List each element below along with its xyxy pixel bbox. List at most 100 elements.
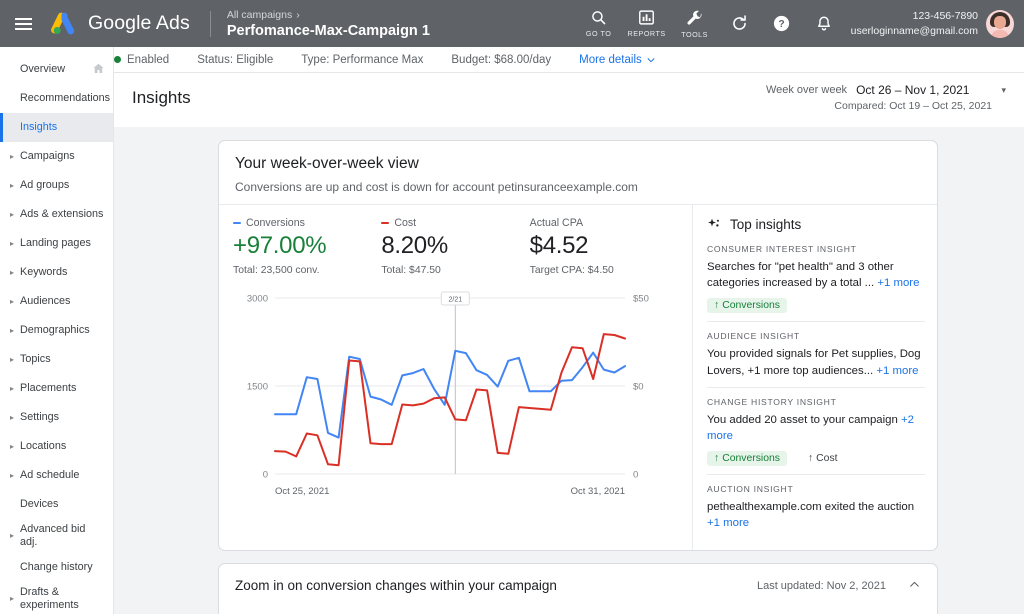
main-content: Insights Week over week Oct 26 – Nov 1, … [114,73,1024,614]
chevron-down-icon [647,57,655,62]
tools-button[interactable]: TOOLS [671,9,719,39]
svg-text:Oct 25, 2021: Oct 25, 2021 [275,486,329,497]
avatar[interactable] [986,9,1014,38]
insight-text: You added 20 asset to your campaign [707,413,898,426]
svg-text:$50: $50 [633,294,649,305]
campaign-status-bar: Enabled Status: Eligible Type: Performan… [114,47,1024,73]
chevron-right-icon: ▸ [10,531,15,541]
chevron-right-icon: ▸ [10,442,15,451]
performance-line-chart[interactable]: 0 1500 3000 0 $0 $50 2/21 Oct 25, 2021 Oct 31, 2… [233,286,678,504]
sidebar-item-placements[interactable]: ▸ Placements [0,374,113,403]
chevron-right-icon: ▸ [10,471,15,480]
insight-more-link[interactable]: +1 more [877,277,919,289]
sidebar-item-label: Ad schedule [20,469,80,482]
insight-item[interactable]: AUCTION INSIGHT pethealthexample.com exit… [707,474,925,539]
sidebar-item-keywords[interactable]: ▸ Keywords [0,258,113,287]
hamburger-menu-icon[interactable] [0,17,46,30]
sidebar-item-label: Topics [20,353,51,366]
insight-more-link[interactable]: +1 more [707,517,749,529]
metric-actual-cpa-label: Actual CPA [529,217,584,229]
sidebar-item-drafts-experiments[interactable]: ▸ Drafts & experiments [0,582,113,614]
sidebar-item-label: Insights [20,121,58,134]
breadcrumb-parent: All campaigns [226,8,293,21]
wow-subtitle: Conversions are up and cost is down for … [235,180,638,194]
chevron-right-icon: ▸ [10,355,15,364]
conversions-legend-swatch [233,221,241,225]
sidebar-item-ad-schedule[interactable]: ▸ Ad schedule [0,461,113,490]
insight-chip-label: Conversions [722,453,780,465]
arrow-up-icon: ↑ [714,300,720,312]
sidebar-item-change-history[interactable]: Change history [0,553,113,582]
avatar-body [991,29,1009,38]
breadcrumb-parent-row[interactable]: All campaigns › [227,9,430,21]
sidebar-item-topics[interactable]: ▸ Topics [0,345,113,374]
metric-actual-cpa: Actual CPA $4.52 Target CPA: $4.50 [530,217,678,276]
sidebar-item-campaigns[interactable]: ▸ Campaigns [0,142,113,171]
sidebar-item-recommendations[interactable]: Recommendations [0,84,113,113]
sidebar-item-overview[interactable]: Overview [0,55,113,84]
sparkle-icon [708,218,719,227]
more-details-button[interactable]: More details [579,54,656,66]
appbar-divider [209,10,211,37]
search-icon [592,11,606,25]
insight-item[interactable]: CHANGE HISTORY INSIGHT You added 20 asset… [707,386,925,474]
insights-content: Your week-over-week view Conversions are… [114,127,1024,614]
svg-text:?: ? [778,19,784,30]
notifications-button[interactable] [803,15,845,33]
home-icon [92,62,105,78]
insight-chip-conversions: ↑ Conversions [707,298,787,314]
top-insights-title: Top insights [730,217,802,232]
metric-conversions-label: Conversions [246,217,305,229]
sidebar-item-landing-pages[interactable]: ▸ Landing pages [0,229,113,258]
tools-label: TOOLS [681,29,708,39]
page-title: Insights [132,88,191,107]
sidebar-item-ad-groups[interactable]: ▸ Ad groups [0,171,113,200]
metric-cost-footer: Total: $47.50 [381,265,441,276]
sidebar-item-ads-extensions[interactable]: ▸ Ads & extensions [0,200,113,229]
insight-text: pethealthexample.com exited the auction [707,501,915,514]
refresh-button[interactable] [719,14,761,33]
reports-button[interactable]: REPORTS [623,9,671,38]
insight-item[interactable]: AUDIENCE INSIGHT You provided signals for… [707,321,925,386]
date-range-selector[interactable]: Week over week Oct 26 – Nov 1, 2021 ▾ Co… [766,83,1006,112]
insight-chip-conversions: ↑ Conversions [707,451,787,467]
more-details-label: More details [579,53,642,66]
svg-text:3000: 3000 [247,294,268,305]
insight-item[interactable]: CONSUMER INTEREST INSIGHT Searches for "p… [707,242,925,321]
zoom-card-tabs[interactable]: ASSET GROUPS [219,606,937,614]
sidebar-item-advanced-bid-adj[interactable]: ▸ Advanced bid adj. [0,519,113,553]
cost-legend-swatch [381,221,390,225]
left-sidebar[interactable]: Overview Recommendations Insights ▸ Campaign… [0,47,114,614]
svg-text:1500: 1500 [247,382,268,393]
insight-more-link[interactable]: +1 more [876,365,918,377]
sidebar-item-locations[interactable]: ▸ Locations [0,432,113,461]
insight-chip-cost: ↑ Cost [801,451,845,466]
account-info[interactable]: 123-456-7890 userloginname@gmail.com [851,9,978,37]
sidebar-item-demographics[interactable]: ▸ Demographics [0,316,113,345]
insight-text-row: You provided signals for Pet supplies, D… [707,346,925,378]
arrow-up-icon: ↑ [714,453,720,465]
sidebar-item-devices[interactable]: Devices [0,490,113,519]
account-email: userloginname@gmail.com [850,24,978,37]
go-to-button[interactable]: GO TO [575,9,623,38]
zoom-card-collapse-chevron-up-icon[interactable] [908,578,921,594]
insight-chips: ↑ Conversions [707,298,925,314]
sidebar-item-label: Ads & extensions [20,208,104,221]
sidebar-item-label: Ad groups [20,179,70,192]
metric-conversions: Conversions +97.00% Total: 23,500 conv. [233,217,381,276]
google-ads-logo [48,11,78,37]
sidebar-item-label: Locations [20,440,67,453]
svg-text:0: 0 [633,470,638,481]
chevron-right-icon: ▸ [10,181,15,190]
sidebar-item-label: Demographics [20,324,90,337]
date-range-chevron-down-icon[interactable]: ▾ [1001,85,1006,96]
chevron-right-icon: ▸ [10,210,15,219]
sidebar-item-insights[interactable]: Insights [0,113,113,142]
help-button[interactable]: ? [761,14,803,33]
sidebar-item-settings[interactable]: ▸ Settings [0,403,113,432]
top-insights-panel: Top insights CONSUMER INTEREST INSIGHT Se… [692,205,937,550]
sidebar-item-label: Keywords [20,266,68,279]
insight-kind: AUDIENCE INSIGHT [707,331,800,342]
chevron-right-icon: ▸ [10,152,15,161]
sidebar-item-audiences[interactable]: ▸ Audiences [0,287,113,316]
